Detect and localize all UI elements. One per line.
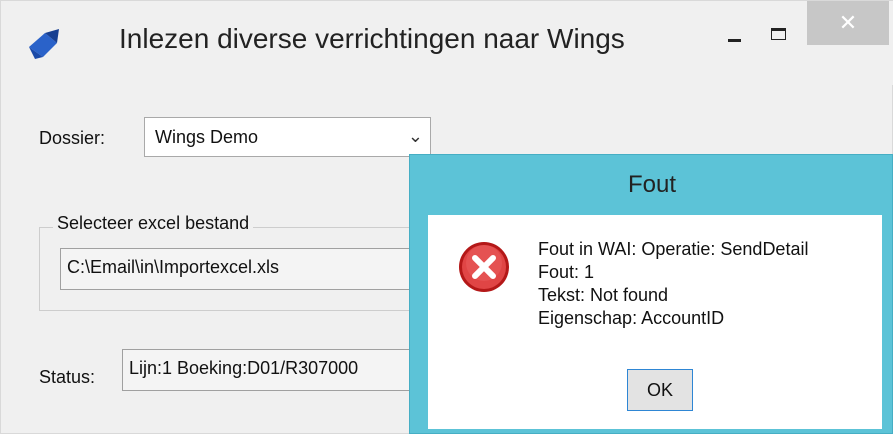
chevron-down-icon[interactable]: ⌄ [408,126,423,147]
error-message-line: Eigenschap: AccountID [538,308,725,328]
dialog-body: Fout in WAI: Operatie: SendDetail Fout: … [428,215,882,429]
app-icon [29,29,59,59]
window-title: Inlezen diverse verrichtingen naar Wings [119,23,625,54]
file-group-title: Selecteer excel bestand [53,213,254,234]
error-message-line: Fout: 1 [538,262,595,282]
title-bar[interactable]: Inlezen diverse verrichtingen naar Wings… [1,1,893,85]
status-label: Status: [39,367,96,387]
close-icon[interactable]: ✕ [807,1,889,45]
dossier-label: Dossier: [39,128,106,148]
maximize-icon[interactable] [769,25,791,45]
error-icon [459,242,509,292]
ok-button[interactable]: OK [627,369,693,411]
dossier-value: Wings Demo [155,127,259,147]
error-dialog: Fout Fout in WAI: Operatie: SendDetail F… [409,154,893,434]
error-message-line: Fout in WAI: Operatie: SendDetail [538,239,809,259]
dialog-title[interactable]: Fout [410,155,893,213]
minimize-icon[interactable] [725,29,745,49]
error-message-line: Tekst: Not found [538,285,669,305]
dossier-dropdown[interactable]: Wings Demo ⌄ [144,117,431,157]
status-field: Lijn:1 Boeking:D01/R307000 [122,349,422,391]
